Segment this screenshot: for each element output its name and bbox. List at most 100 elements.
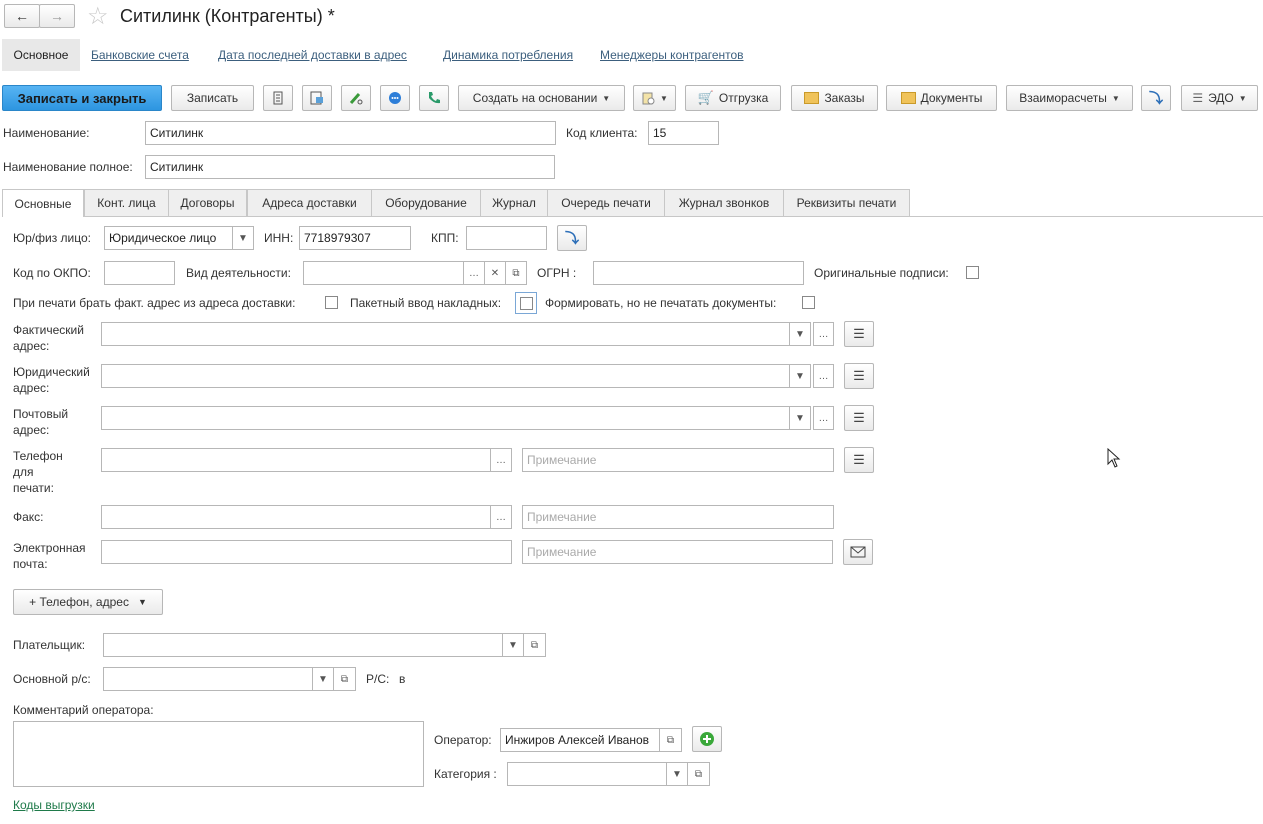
settlements-button[interactable]: Взаиморасчеты ▼ (1006, 85, 1133, 111)
nav-last-delivery[interactable]: Дата последней доставки в адрес (218, 48, 407, 62)
operator-open[interactable]: ⧉ (660, 728, 682, 752)
category-open[interactable]: ⧉ (688, 762, 710, 786)
arrow-right-icon: → (50, 8, 64, 24)
email-input[interactable] (101, 540, 512, 564)
payer-dropdown[interactable]: ▼ (503, 633, 524, 657)
fact-addr-dropdown[interactable]: ▼ (790, 322, 811, 346)
edo-button[interactable]: ☰ ЭДО ▼ (1181, 85, 1258, 111)
inn-input[interactable]: 7718979307 (299, 226, 411, 250)
post-addr-choose[interactable]: … (813, 406, 834, 430)
kpp-input[interactable] (466, 226, 547, 250)
check-inn-button[interactable]: ⤵ (557, 225, 587, 251)
add-contact-button[interactable]: + Телефон, адрес ▼ (13, 589, 163, 615)
tab-delivery-addresses[interactable]: Адреса доставки (247, 189, 372, 216)
batch-checkbox[interactable] (520, 297, 533, 310)
save-button[interactable]: Записать (171, 85, 254, 111)
legal-addr-dropdown[interactable]: ▼ (790, 364, 811, 388)
full-name-input[interactable]: Ситилинк (145, 155, 555, 179)
tab-main[interactable]: Основные (2, 189, 84, 217)
fax-choose[interactable]: … (491, 505, 512, 529)
chevron-down-icon: ▼ (672, 768, 682, 780)
shipment-button[interactable]: 🛒 Отгрузка (685, 85, 781, 111)
tabs-baseline (2, 216, 1263, 217)
category-input[interactable] (507, 762, 667, 786)
phone-choose[interactable]: … (491, 448, 512, 472)
main-account-dropdown[interactable]: ▼ (313, 667, 334, 691)
nav-bank-accounts[interactable]: Банковские счета (91, 48, 189, 62)
chevron-down-icon: ▼ (318, 673, 328, 685)
nav-managers[interactable]: Менеджеры контрагентов (600, 48, 744, 62)
phone-input[interactable] (101, 448, 491, 472)
tab-equipment[interactable]: Оборудование (371, 189, 481, 216)
save-close-button[interactable]: Записать и закрыть (2, 85, 162, 111)
batch-label: Пакетный ввод накладных: (350, 296, 502, 310)
documents-button[interactable]: Документы (886, 85, 997, 111)
payer-input[interactable] (103, 633, 503, 657)
ogrn-input[interactable] (593, 261, 804, 285)
nav-consumption[interactable]: Динамика потребления (443, 48, 573, 62)
tab-journal[interactable]: Журнал (480, 189, 548, 216)
report-button[interactable] (302, 85, 332, 111)
main-account-open[interactable]: ⧉ (334, 667, 356, 691)
edit-button[interactable] (341, 85, 371, 111)
legal-addr-input[interactable] (101, 364, 790, 388)
back-button[interactable]: ← (4, 4, 40, 28)
activity-choose-button[interactable]: … (464, 261, 485, 285)
tab-contacts[interactable]: Конт. лица (84, 189, 169, 216)
fax-note-input[interactable]: Примечание (522, 505, 834, 529)
activity-input[interactable] (303, 261, 464, 285)
forward-button[interactable]: → (39, 4, 75, 28)
open-icon: ⧉ (340, 673, 349, 685)
fact-addr-menu-button[interactable]: ☰ (844, 321, 874, 347)
tab-print-queue[interactable]: Очередь печати (547, 189, 665, 216)
pencil-icon (349, 93, 363, 105)
category-dropdown[interactable]: ▼ (667, 762, 688, 786)
activity-clear-button[interactable]: ✕ (485, 261, 506, 285)
comment-textarea[interactable] (13, 721, 424, 787)
print-menu-button[interactable]: ▼ (633, 85, 676, 111)
export-codes-link[interactable]: Коды выгрузки (13, 798, 95, 812)
orig-sign-label: Оригинальные подписи: (814, 266, 949, 280)
client-code-input[interactable]: 15 (648, 121, 719, 145)
fact-addr-input[interactable] (101, 322, 790, 346)
tab-call-log[interactable]: Журнал звонков (664, 189, 784, 216)
okpo-input[interactable] (104, 261, 175, 285)
person-type-dropdown[interactable]: ▼ (233, 226, 254, 250)
name-input[interactable]: Ситилинк (145, 121, 556, 145)
envelope-icon (850, 546, 866, 558)
create-based-button[interactable]: Создать на основании ▼ (458, 85, 625, 111)
add-operator-button[interactable] (692, 726, 722, 752)
main-account-input[interactable] (103, 667, 313, 691)
call-button[interactable] (419, 85, 449, 111)
payer-open[interactable]: ⧉ (524, 633, 546, 657)
orders-button[interactable]: Заказы (791, 85, 878, 111)
email-note-input[interactable]: Примечание (522, 540, 833, 564)
post-addr-menu-button[interactable]: ☰ (844, 405, 874, 431)
operator-input[interactable]: Инжиров Алексей Иванов (500, 728, 660, 752)
orig-sign-checkbox[interactable] (966, 266, 979, 279)
fact-addr-choose[interactable]: … (813, 322, 834, 346)
tab-contracts[interactable]: Договоры (168, 189, 247, 216)
legal-addr-choose[interactable]: … (813, 364, 834, 388)
post-addr-input[interactable] (101, 406, 790, 430)
person-type-select[interactable]: Юридическое лицо (104, 226, 233, 250)
phone-menu-button[interactable]: ☰ (844, 447, 874, 473)
send-email-button[interactable] (843, 539, 873, 565)
tab-print-details[interactable]: Реквизиты печати (783, 189, 910, 216)
goto-button[interactable]: ⤵ (1141, 85, 1171, 111)
message-button[interactable] (380, 85, 410, 111)
email-label: Электронная почта: (13, 541, 86, 571)
post-addr-dropdown[interactable]: ▼ (790, 406, 811, 430)
list-button[interactable] (263, 85, 293, 111)
chevron-down-icon: ▼ (795, 328, 805, 340)
filter-lines-icon: ☰ (853, 410, 865, 425)
nav-main[interactable]: Основное (2, 39, 80, 71)
activity-open-button[interactable]: ⧉ (506, 261, 527, 285)
fax-input[interactable] (101, 505, 491, 529)
phone-note-input[interactable]: Примечание (522, 448, 834, 472)
favorite-star-icon[interactable]: ☆ (87, 2, 109, 31)
legal-addr-menu-button[interactable]: ☰ (844, 363, 874, 389)
form-noprint-checkbox[interactable] (802, 296, 815, 309)
print-fact-checkbox[interactable] (325, 296, 338, 309)
fax-label: Факс: (13, 510, 44, 524)
